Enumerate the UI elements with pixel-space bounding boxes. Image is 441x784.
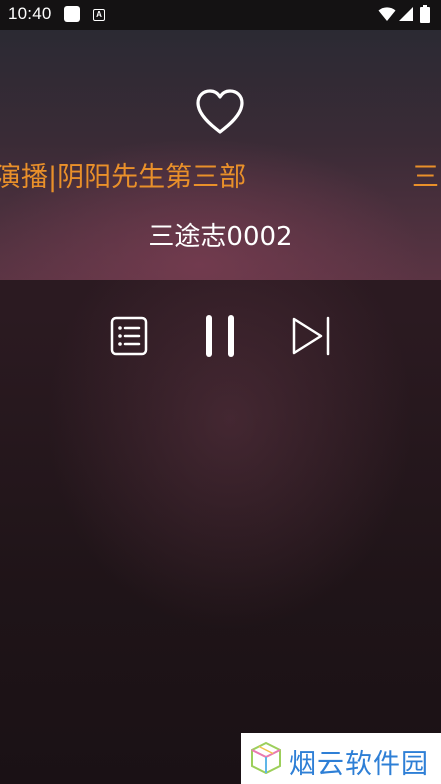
watermark-text: 烟云软件园: [289, 749, 429, 780]
watermark-badge: 烟云软件园: [241, 733, 441, 784]
now-playing-panel: 演播|阴阳先生第三部 三 三途志0002: [0, 30, 441, 280]
battery-icon: [420, 5, 430, 23]
cube-logo-icon: [251, 741, 281, 775]
status-bar: 10:40 A: [0, 0, 441, 30]
player-screen: 10:40 A 演播|阴阳先生第三部 三 三途志0002 烟云软件园: [0, 0, 441, 784]
signal-icon: [399, 7, 413, 21]
playback-controls: [0, 280, 441, 400]
playlist-icon[interactable]: [110, 316, 148, 356]
status-time: 10:40: [8, 4, 52, 23]
pause-icon[interactable]: [203, 313, 237, 359]
a-icon: A: [93, 9, 105, 21]
track-name: 三途志0002: [148, 222, 293, 252]
heart-icon[interactable]: [194, 88, 246, 136]
notification-icon: [64, 6, 80, 22]
skip-next-icon[interactable]: [291, 316, 331, 356]
album-title-marquee: 演播|阴阳先生第三部: [0, 162, 247, 193]
album-title-marquee-repeat: 三: [412, 162, 439, 193]
wifi-icon: [378, 7, 396, 21]
